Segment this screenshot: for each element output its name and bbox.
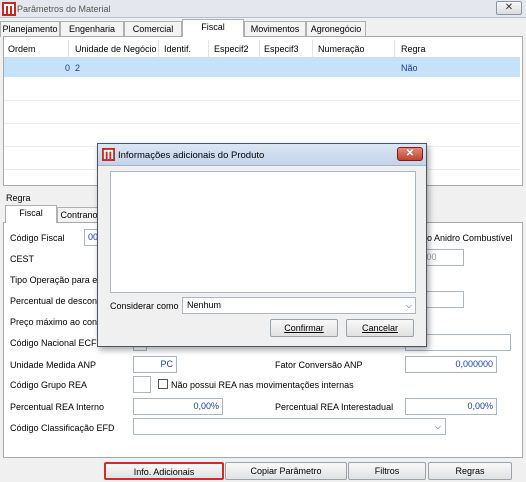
window-close-button[interactable]: ✕ bbox=[496, 1, 522, 15]
percentual-rea-interno-field[interactable]: 0,00% bbox=[133, 398, 223, 415]
table-row[interactable]: 0 2 Não bbox=[4, 58, 520, 77]
anidro-label: o Anidro Combustível bbox=[427, 233, 513, 243]
percentual-rea-interestadual-field[interactable]: 0,00% bbox=[405, 398, 497, 415]
fator-conversao-anp-label: Fator Conversão ANP bbox=[275, 360, 363, 370]
main-tabs: Planejamento Engenharia Comercial Fiscal… bbox=[0, 19, 526, 37]
window-titlebar: Parâmetros do Material ✕ bbox=[0, 0, 526, 18]
codigo-grupo-rea-label: Código Grupo REA bbox=[10, 380, 88, 390]
codigo-fiscal-label: Código Fiscal bbox=[10, 233, 65, 243]
cell-unidade: 2 bbox=[75, 63, 81, 73]
col-ordem[interactable]: Ordem bbox=[8, 44, 36, 54]
codigo-nacional-ecf-label: Código Nacional ECF bbox=[10, 338, 97, 348]
percentual-rea-interestadual-label: Percentual REA Interestadual bbox=[275, 402, 394, 412]
col-numeracao[interactable]: Numeração bbox=[318, 44, 365, 54]
chevron-down-icon: ⌵ bbox=[434, 422, 441, 431]
considerar-como-select[interactable]: Nenhum ⌵ bbox=[182, 297, 416, 314]
subtab-fiscal[interactable]: Fiscal bbox=[5, 205, 57, 223]
info-text-area[interactable] bbox=[110, 171, 416, 293]
tab-agronegocio[interactable]: Agronegócio bbox=[306, 21, 366, 37]
unidade-medida-anp-field[interactable]: PC bbox=[133, 356, 177, 373]
col-regra[interactable]: Regra bbox=[401, 44, 426, 54]
considerar-como-label: Considerar como bbox=[110, 301, 179, 311]
cell-regra: Não bbox=[401, 63, 418, 73]
copiar-parametro-button[interactable]: Copiar Parâmetro bbox=[225, 462, 347, 480]
dialog-close-button[interactable]: ✕ bbox=[397, 147, 423, 161]
col-unidade-negocio[interactable]: Unidade de Negócio bbox=[75, 44, 157, 54]
col-especif2[interactable]: Especif2 bbox=[214, 44, 249, 54]
tab-movimentos[interactable]: Movimentos bbox=[244, 21, 306, 37]
fator-conversao-anp-field[interactable]: 0,000000 bbox=[405, 356, 497, 373]
app-logo-icon bbox=[2, 2, 16, 16]
app-logo-icon bbox=[102, 148, 115, 161]
info-adicionais-dialog: Informações adicionais do Produto ✕ Cons… bbox=[97, 143, 427, 347]
tipo-operacao-label: Tipo Operação para ex bbox=[10, 275, 102, 285]
preco-maximo-label: Preço máximo ao cons bbox=[10, 317, 102, 327]
percentual-desconto-label: Percentual de descont bbox=[10, 296, 100, 306]
codigo-grupo-rea-field[interactable] bbox=[133, 376, 151, 393]
tab-planejamento[interactable]: Planejamento bbox=[0, 21, 60, 37]
nao-possui-rea-label: Não possui REA nas movimentações interna… bbox=[171, 380, 354, 390]
regra-section-label: Regra bbox=[6, 193, 31, 203]
filtros-button[interactable]: Filtros bbox=[348, 462, 426, 480]
dialog-titlebar: Informações adicionais do Produto ✕ bbox=[98, 144, 426, 166]
percentual-rea-interno-label: Percentual REA Interno bbox=[10, 402, 105, 412]
tab-comercial[interactable]: Comercial bbox=[124, 21, 182, 37]
dialog-title: Informações adicionais do Produto bbox=[118, 150, 265, 161]
considerar-como-value: Nenhum bbox=[187, 300, 222, 310]
window-title: Parâmetros do Material bbox=[17, 4, 111, 14]
subtab-contrano[interactable]: Contrano bbox=[57, 207, 101, 223]
cest-label: CEST bbox=[10, 254, 35, 264]
col-especif3[interactable]: Especif3 bbox=[264, 44, 299, 54]
codigo-classificacao-efd-select[interactable]: ⌵ bbox=[133, 418, 446, 435]
regras-button[interactable]: Regras bbox=[428, 462, 512, 480]
cell-ordem: 0 bbox=[65, 63, 71, 73]
tab-engenharia[interactable]: Engenharia bbox=[60, 21, 124, 37]
codigo-classificacao-efd-label: Código Classificação EFD bbox=[10, 423, 115, 433]
grid-header: Ordem Unidade de Negócio Identif. Especi… bbox=[4, 40, 520, 58]
col-identif[interactable]: Identif. bbox=[164, 44, 191, 54]
info-adicionais-button[interactable]: Info. Adicionais bbox=[104, 462, 224, 480]
tab-fiscal[interactable]: Fiscal bbox=[182, 19, 244, 37]
nao-possui-rea-checkbox[interactable] bbox=[158, 379, 168, 389]
cancelar-button[interactable]: Cancelar bbox=[346, 319, 414, 337]
unidade-medida-anp-label: Unidade Medida ANP bbox=[10, 360, 97, 370]
chevron-down-icon: ⌵ bbox=[405, 301, 412, 310]
confirmar-button[interactable]: Confirmar bbox=[270, 319, 338, 337]
